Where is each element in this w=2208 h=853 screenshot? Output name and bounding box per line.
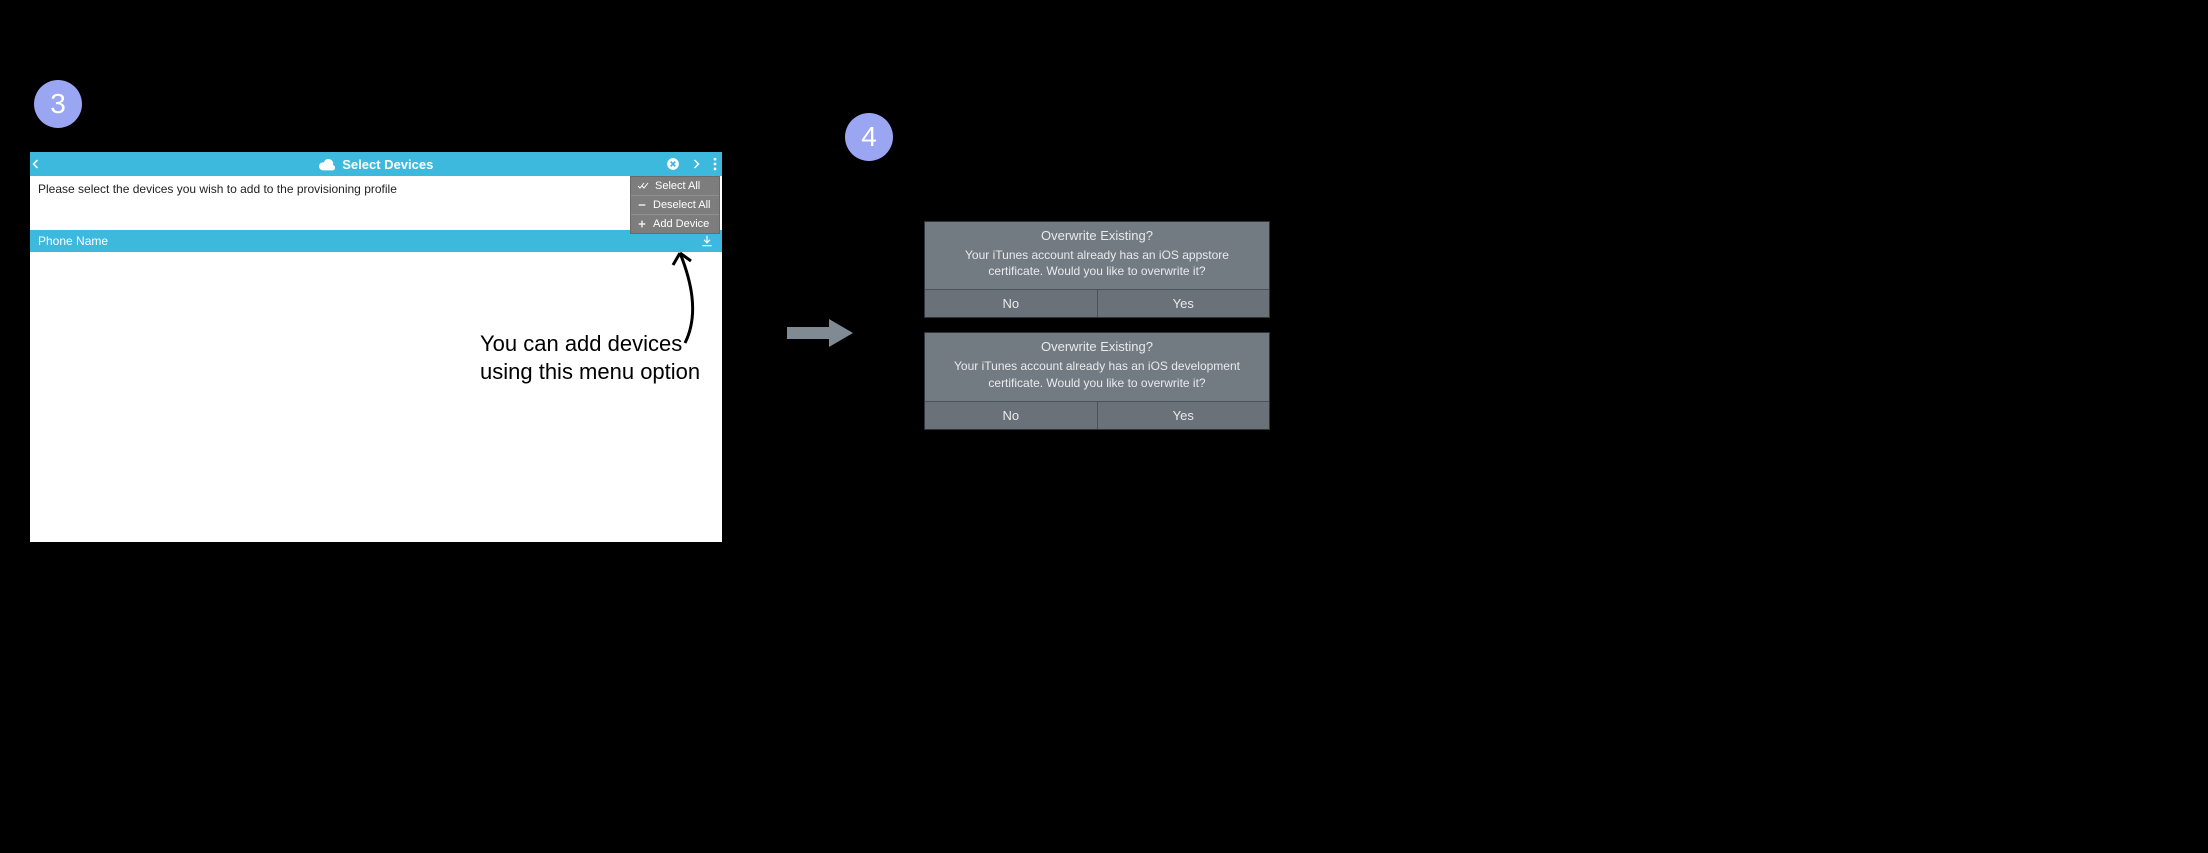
- dialog-title: Overwrite Existing?: [925, 222, 1269, 243]
- cancel-button[interactable]: [666, 157, 680, 171]
- step-badge-3: 3: [34, 80, 82, 128]
- next-button[interactable]: [690, 158, 702, 170]
- menu-item-add-device[interactable]: Add Device: [631, 215, 719, 233]
- flow-arrow: [785, 315, 855, 351]
- step-number: 3: [50, 88, 66, 120]
- overflow-menu: Select All Deselect All Add Device: [630, 176, 720, 234]
- column-header-label: Phone Name: [38, 234, 108, 248]
- step-badge-4: 4: [845, 113, 893, 161]
- button-label: No: [1002, 296, 1019, 311]
- titlebar-actions: [666, 157, 718, 171]
- dialog-buttons: No Yes: [925, 289, 1269, 317]
- window-title: Select Devices: [30, 157, 722, 172]
- dialog-stack: Overwrite Existing? Your iTunes account …: [924, 221, 1270, 444]
- arrow-right-icon: [785, 315, 855, 351]
- plus-icon: [637, 219, 647, 229]
- button-label: Yes: [1173, 408, 1194, 423]
- cloud-icon: [319, 159, 335, 171]
- arrow-left-icon: [30, 158, 42, 170]
- titlebar: Select Devices: [30, 152, 722, 176]
- dialog-title: Overwrite Existing?: [925, 333, 1269, 354]
- yes-button[interactable]: Yes: [1098, 290, 1270, 317]
- minus-icon: [637, 200, 647, 210]
- menu-item-deselect-all[interactable]: Deselect All: [631, 196, 719, 215]
- instruction-text: Please select the devices you wish to ad…: [30, 176, 722, 202]
- yes-button[interactable]: Yes: [1098, 402, 1270, 429]
- kebab-icon: [712, 157, 718, 171]
- button-label: Yes: [1173, 296, 1194, 311]
- menu-item-label: Add Device: [653, 218, 709, 230]
- menu-item-select-all[interactable]: Select All: [631, 177, 719, 196]
- overwrite-appstore-dialog: Overwrite Existing? Your iTunes account …: [924, 221, 1270, 318]
- annotation-text: You can add devices using this menu opti…: [480, 330, 740, 385]
- dialog-body: Your iTunes account already has an iOS d…: [925, 354, 1269, 400]
- button-label: No: [1002, 408, 1019, 423]
- no-button[interactable]: No: [925, 402, 1098, 429]
- download-icon: [700, 234, 714, 248]
- double-check-icon: [637, 181, 649, 191]
- step-number: 4: [861, 121, 877, 153]
- back-button[interactable]: [30, 158, 54, 170]
- menu-item-label: Deselect All: [653, 199, 710, 211]
- dialog-buttons: No Yes: [925, 401, 1269, 429]
- overflow-menu-button[interactable]: [712, 157, 718, 171]
- x-circle-icon: [666, 157, 680, 171]
- window-title-text: Select Devices: [342, 157, 433, 172]
- dialog-body: Your iTunes account already has an iOS a…: [925, 243, 1269, 289]
- column-header: Phone Name: [30, 230, 722, 252]
- arrow-right-icon: [690, 158, 702, 170]
- menu-item-label: Select All: [655, 180, 700, 192]
- overwrite-development-dialog: Overwrite Existing? Your iTunes account …: [924, 332, 1270, 429]
- no-button[interactable]: No: [925, 290, 1098, 317]
- refresh-button[interactable]: [700, 234, 714, 248]
